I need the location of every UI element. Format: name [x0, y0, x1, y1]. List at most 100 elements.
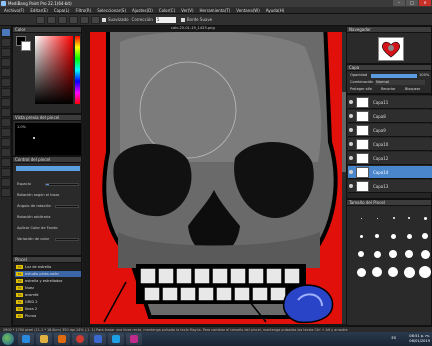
taskbar-app-button[interactable]: [90, 333, 106, 345]
brush-size-preset[interactable]: [403, 248, 416, 261]
menu-edit[interactable]: Editar(E): [30, 8, 48, 13]
brush-size-preset[interactable]: [355, 212, 368, 225]
brush-size-preset[interactable]: [371, 230, 384, 243]
undo-button[interactable]: [36, 15, 45, 24]
eye-icon[interactable]: [349, 156, 353, 160]
magic-wand-tool-icon[interactable]: [1, 118, 11, 127]
menu-adjust[interactable]: Ajustes(D): [132, 8, 153, 13]
document-tab[interactable]: calv-25-01-19_1425.png: [171, 26, 231, 31]
snap-cross-button[interactable]: [80, 15, 89, 24]
shape-tool-icon[interactable]: [1, 88, 11, 97]
layer-row[interactable]: Capa10: [348, 138, 432, 151]
start-button-icon[interactable]: [2, 333, 14, 345]
eraser-tool-icon[interactable]: [1, 38, 11, 47]
brush-item[interactable]: 70 estudio pinta-neón: [15, 271, 81, 277]
eye-icon[interactable]: [349, 142, 353, 146]
brush-item[interactable]: 70 estrella y estrellados: [15, 278, 81, 284]
brush-size-preset[interactable]: [419, 230, 432, 243]
minimize-button[interactable]: –: [393, 0, 405, 6]
menu-window[interactable]: Ventana(W): [236, 8, 260, 13]
eyedropper-tool-icon[interactable]: [1, 158, 11, 167]
navigator-thumbnail[interactable]: [378, 37, 404, 61]
artwork-canvas[interactable]: [90, 32, 342, 324]
menu-help[interactable]: Ayuda(H): [266, 8, 285, 13]
language-indicator[interactable]: ES: [391, 336, 396, 341]
layer-row[interactable]: Capa11: [348, 96, 432, 109]
rotation-stroke-row[interactable]: Rotación según el trazo: [15, 192, 81, 199]
fill-tool-icon[interactable]: [1, 68, 11, 77]
dot-tool-icon[interactable]: [1, 48, 11, 57]
brush-size-preset[interactable]: [403, 212, 416, 225]
brush-item[interactable]: 70 Luz de estrella: [15, 264, 81, 270]
brush-size-preset[interactable]: [419, 266, 432, 279]
select-pen-tool-icon[interactable]: [1, 128, 11, 137]
smoothing-checkbox[interactable]: [102, 17, 106, 22]
spacing-row[interactable]: Espacio: [15, 181, 81, 188]
color-variation-row[interactable]: Variación de color: [15, 236, 81, 243]
move-tool-icon[interactable]: [1, 58, 11, 67]
layer-row[interactable]: Capa9: [348, 124, 432, 137]
opacity-slider[interactable]: [371, 74, 417, 78]
menu-color[interactable]: Color(C): [159, 8, 175, 13]
brush-item[interactable]: 10 Pluma: [15, 313, 81, 319]
select-tool-icon[interactable]: [1, 98, 11, 107]
brush-size-preset[interactable]: [403, 230, 416, 243]
rotation-angle-row[interactable]: Ángulo de rotación: [15, 203, 81, 210]
menu-view[interactable]: Ver(V): [181, 8, 193, 13]
brush-tool-icon[interactable]: [1, 28, 11, 37]
menu-select[interactable]: Seleccionar(S): [97, 8, 126, 13]
eye-icon[interactable]: [349, 184, 353, 188]
taskbar-ie-button[interactable]: [18, 333, 34, 345]
lock-checkbox[interactable]: Bloquear: [405, 87, 420, 91]
hand-tool-icon[interactable]: [1, 178, 11, 187]
brush-size-preset[interactable]: [371, 212, 384, 225]
brush-item[interactable]: 70 GRID 2: [15, 299, 81, 305]
taskbar-paint-button[interactable]: [126, 333, 142, 345]
taskbar-media-button[interactable]: [54, 333, 70, 345]
taskbar-chrome-button[interactable]: [72, 333, 88, 345]
soft-edge-checkbox[interactable]: [180, 17, 185, 22]
rotation-random-row[interactable]: Rotación arbitraria: [15, 214, 81, 221]
eye-icon[interactable]: [349, 100, 353, 104]
snap-radial-button[interactable]: [91, 15, 100, 24]
layer-row[interactable]: Capa13: [348, 180, 432, 193]
color-saturation-value-picker[interactable]: [35, 36, 73, 104]
protect-alpha-checkbox[interactable]: Proteger alfa: [350, 87, 372, 91]
clock-date[interactable]: 06/01/2019: [409, 339, 430, 344]
brush-size-preset[interactable]: [419, 212, 432, 225]
bg-color-row[interactable]: Aplicar Color de Fondo: [15, 225, 81, 232]
canvas-area[interactable]: calv-25-01-19_1425.png: [83, 26, 346, 326]
divide-tool-icon[interactable]: [1, 148, 11, 157]
blend-mode-select[interactable]: Normal: [375, 80, 425, 85]
select-eraser-tool-icon[interactable]: [1, 138, 11, 147]
taskbar-medibang-button[interactable]: [108, 333, 124, 345]
clipping-checkbox[interactable]: Recortar: [381, 87, 395, 91]
correction-select[interactable]: 5: [155, 16, 176, 23]
brush-size-preset[interactable]: [387, 230, 400, 243]
eye-icon[interactable]: [349, 128, 353, 132]
menu-tool[interactable]: Herramienta(T): [200, 8, 231, 13]
brush-size-preset[interactable]: [419, 248, 432, 261]
zoom-tool-icon[interactable]: [1, 188, 11, 197]
menu-layer[interactable]: Capa(L): [54, 8, 70, 13]
brush-size-preset[interactable]: [403, 266, 416, 279]
brush-size-preset[interactable]: [355, 230, 368, 243]
color-variation-slider[interactable]: [55, 238, 79, 241]
hue-slider[interactable]: [75, 36, 80, 104]
close-button[interactable]: ✕: [419, 0, 431, 6]
background-color-swatch[interactable]: [21, 41, 31, 51]
brush-size-slider[interactable]: [16, 166, 80, 171]
spacing-slider[interactable]: [45, 183, 79, 186]
layer-row[interactable]: Capa12: [348, 152, 432, 165]
layer-row[interactable]: Capa8: [348, 110, 432, 123]
brush-size-preset[interactable]: [387, 266, 400, 279]
eye-icon[interactable]: [349, 114, 353, 118]
rotation-angle-slider[interactable]: [55, 205, 79, 208]
brush-size-preset[interactable]: [371, 266, 384, 279]
brush-size-preset[interactable]: [371, 248, 384, 261]
snap-parallel-button[interactable]: [69, 15, 78, 24]
brush-item[interactable]: 70 Nuez: [15, 285, 81, 291]
menu-filter[interactable]: Filtro(R): [75, 8, 91, 13]
lasso-tool-icon[interactable]: [1, 108, 11, 117]
brush-item[interactable]: 70 acomfd: [15, 292, 81, 298]
